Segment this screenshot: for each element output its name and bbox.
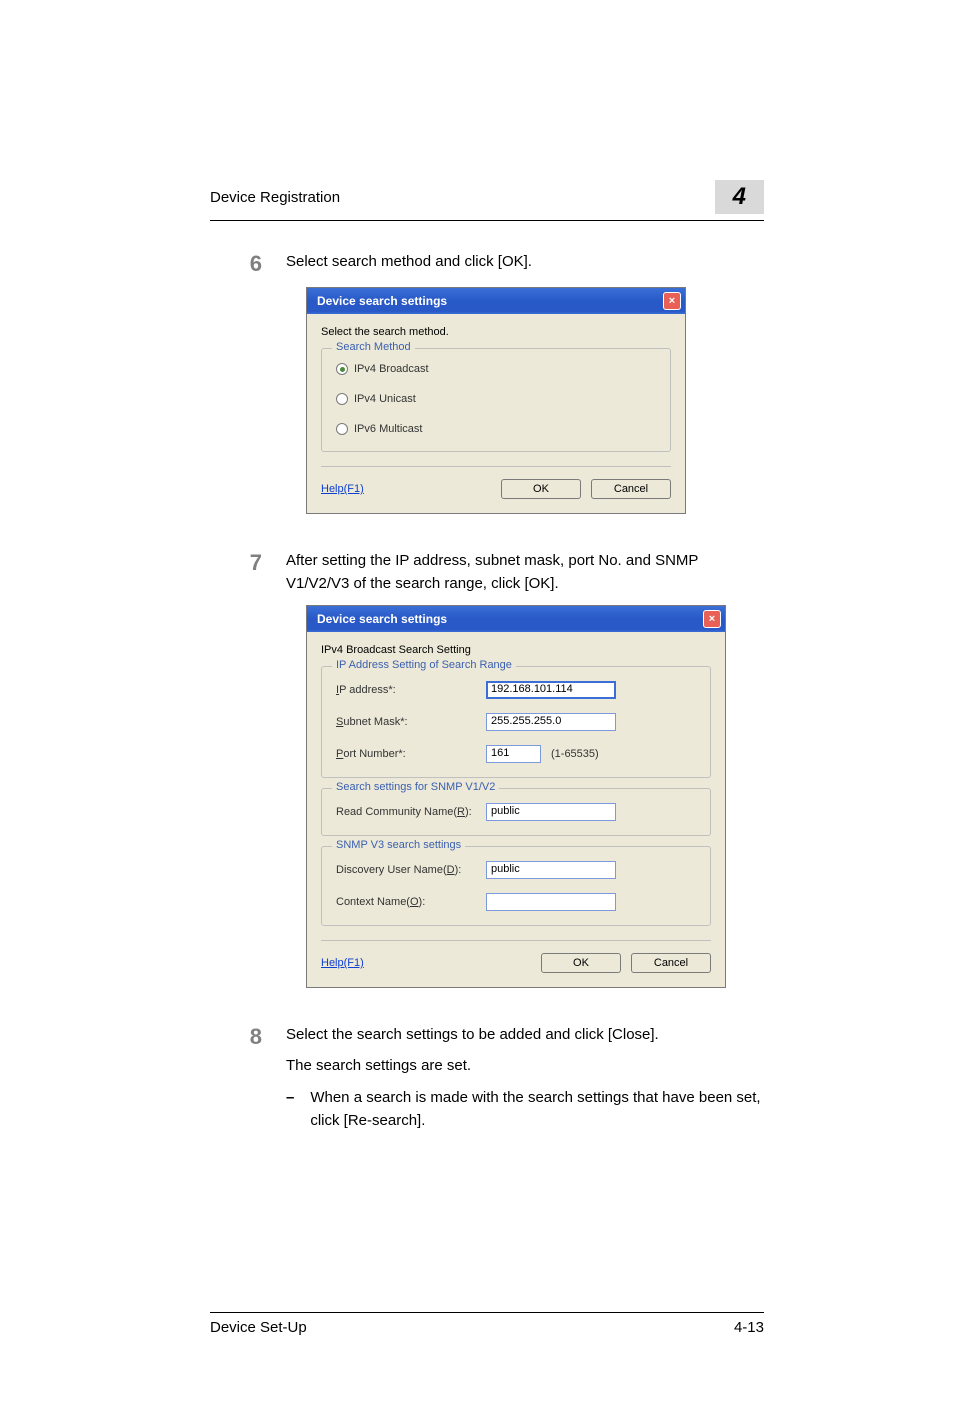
step8-text2: The search settings are set. — [286, 1055, 764, 1078]
snmp-v3-legend: SNMP V3 search settings — [332, 839, 465, 851]
context-name-input[interactable] — [486, 893, 616, 911]
port-number-input[interactable]: 161 — [486, 745, 541, 763]
step7-number: 7 — [210, 550, 262, 595]
cancel-button[interactable]: Cancel — [631, 953, 711, 973]
footer-right: 4-13 — [734, 1319, 764, 1336]
snmp-v1v2-legend: Search settings for SNMP V1/V2 — [332, 781, 499, 793]
radio-ipv6-multicast[interactable]: IPv6 Multicast — [336, 423, 656, 435]
subnet-mask-label: Subnet Mask*: — [336, 716, 486, 728]
ok-button[interactable]: OK — [501, 479, 581, 499]
radio-ipv4-unicast[interactable]: IPv4 Unicast — [336, 393, 656, 405]
close-icon[interactable]: × — [663, 292, 681, 310]
ip-address-input[interactable]: 192.168.101.114 — [486, 681, 616, 699]
radio-icon — [336, 423, 348, 435]
footer-left: Device Set-Up — [210, 1319, 307, 1336]
step8-text1: Select the search settings to be added a… — [286, 1024, 764, 1047]
radio-icon — [336, 363, 348, 375]
section-title: Device Registration — [210, 189, 340, 206]
bullet-dash-icon: – — [286, 1087, 294, 1132]
ip-address-label: IP address*: — [336, 684, 486, 696]
dialog1-titlebar: Device search settings × — [307, 288, 685, 314]
step8-bullet: When a search is made with the search se… — [310, 1087, 764, 1132]
close-icon[interactable]: × — [703, 610, 721, 628]
dialog1-title: Device search settings — [317, 294, 447, 308]
help-link[interactable]: Help(F1) — [321, 483, 364, 495]
dialog-broadcast-setting: Device search settings × IPv4 Broadcast … — [306, 605, 726, 988]
radio-label: IPv4 Unicast — [354, 393, 416, 405]
subnet-mask-input[interactable]: 255.255.255.0 — [486, 713, 616, 731]
dialog-search-method: Device search settings × Select the sear… — [306, 287, 686, 514]
cancel-button[interactable]: Cancel — [591, 479, 671, 499]
chapter-num: 4 — [715, 180, 764, 214]
port-hint: (1-65535) — [551, 748, 599, 760]
ok-button[interactable]: OK — [541, 953, 621, 973]
discovery-user-input[interactable]: public — [486, 861, 616, 879]
step7-text: After setting the IP address, subnet mas… — [286, 550, 764, 595]
read-community-label: Read Community Name(R): — [336, 806, 486, 818]
read-community-input[interactable]: public — [486, 803, 616, 821]
step6-number: 6 — [210, 251, 262, 277]
dialog2-titlebar: Device search settings × — [307, 606, 725, 632]
port-number-label: Port Number*: — [336, 748, 486, 760]
radio-ipv4-broadcast[interactable]: IPv4 Broadcast — [336, 363, 656, 375]
radio-label: IPv6 Multicast — [354, 423, 422, 435]
dialog1-instruction: Select the search method. — [321, 326, 671, 338]
step6-text: Select search method and click [OK]. — [286, 251, 764, 277]
discovery-user-label: Discovery User Name(D): — [336, 864, 486, 876]
dialog2-section: IPv4 Broadcast Search Setting — [321, 644, 711, 656]
help-link[interactable]: Help(F1) — [321, 957, 364, 969]
step8-number: 8 — [210, 1024, 262, 1132]
radio-label: IPv4 Broadcast — [354, 363, 429, 375]
context-name-label: Context Name(O): — [336, 896, 486, 908]
dialog2-title: Device search settings — [317, 612, 447, 626]
ip-range-legend: IP Address Setting of Search Range — [332, 659, 516, 671]
radio-icon — [336, 393, 348, 405]
search-method-legend: Search Method — [332, 341, 415, 353]
